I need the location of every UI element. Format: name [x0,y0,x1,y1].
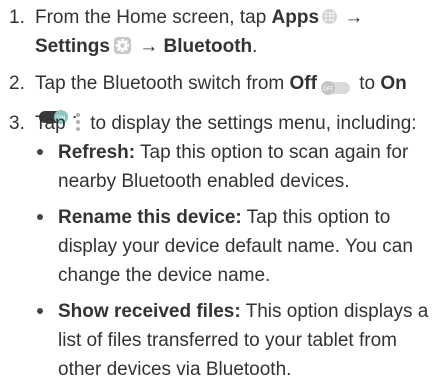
on-label: On [380,73,407,94]
step-body: Tap to display the settings menu, includ… [35,109,443,384]
step-end: . [252,36,258,57]
list-item-received-files: Show received files: This option display… [35,297,443,384]
list-item-refresh: Refresh: Tap this option to scan again f… [35,138,443,196]
options-list: Refresh: Tap this option to scan again f… [35,138,443,384]
settings-gear-icon [113,35,132,55]
option-term: Refresh: [58,142,136,163]
bullet-dot [37,308,43,314]
toggle-off-text: OFF [323,86,334,92]
apps-label: Apps [271,7,320,28]
step-number: 1. [9,7,25,28]
step-number: 3. [9,113,25,134]
step-1: 1. From the Home screen, tap Apps → Sett… [0,3,443,61]
list-item-rename-device: Rename this device: Tap this option to d… [35,203,443,290]
arrow-separator: → [133,36,164,57]
step-text: Tap [35,113,71,134]
step-body: From the Home screen, tap Apps → Setting… [35,3,443,61]
step-text: From the Home screen, tap [35,7,272,28]
bluetooth-label: Bluetooth [163,36,253,57]
step-text: to display the settings menu, including: [84,113,417,134]
settings-label: Settings [35,36,110,57]
apps-icon [322,8,338,24]
step-3: 3. Tap to display the settings menu, inc… [0,109,443,384]
step-text: Tap the Bluetooth switch from [35,73,290,94]
step-number: 2. [9,73,25,94]
off-label: Off [289,73,317,94]
toggle-off-icon: OFF [320,75,350,95]
arrow-separator: → [339,7,364,28]
more-vertical-icon [75,112,81,131]
step-text: to [353,73,381,94]
instruction-document: 1. From the Home screen, tap Apps → Sett… [0,0,447,380]
option-term: Rename this device: [58,207,242,228]
bullet-dot [37,214,43,220]
option-term: Show received files: [58,301,241,322]
bullet-dot [37,149,43,155]
